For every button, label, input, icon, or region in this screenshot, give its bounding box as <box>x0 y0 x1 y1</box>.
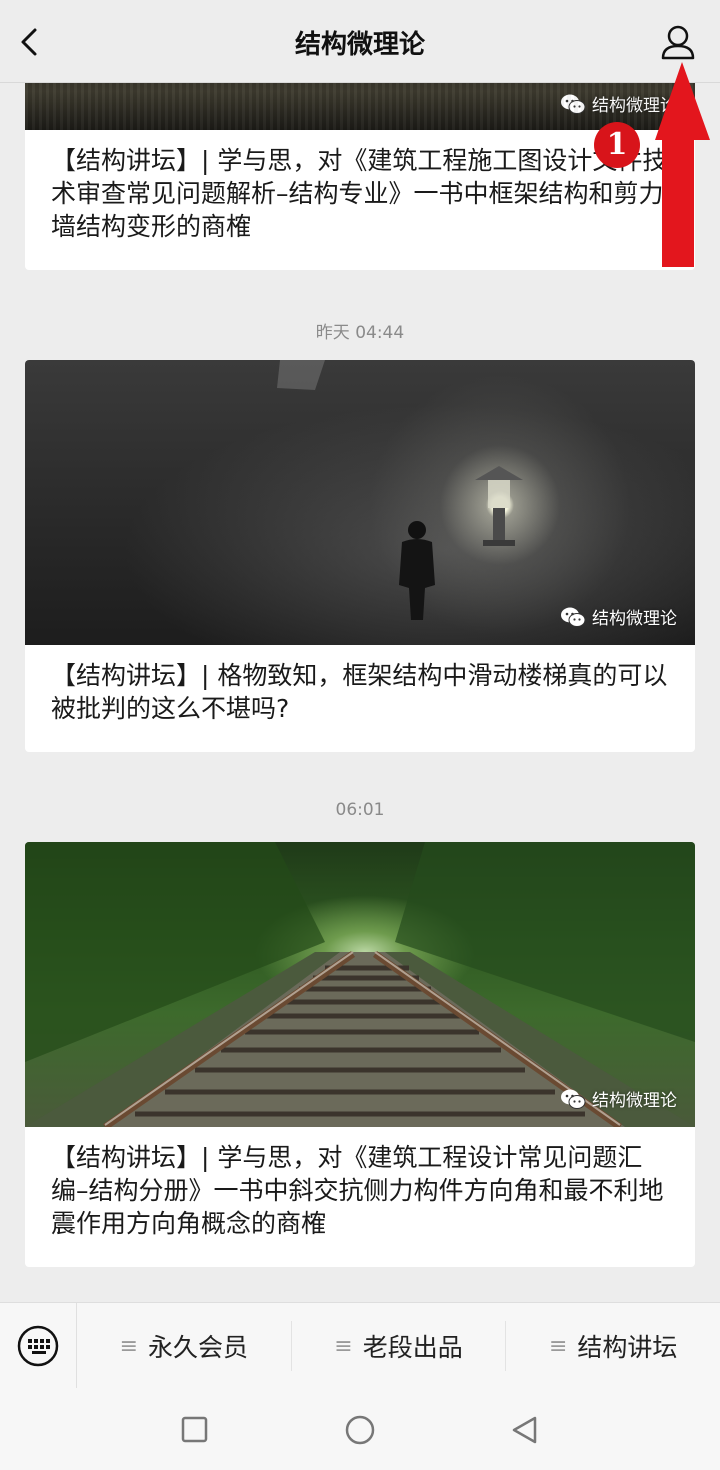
menu-lines-icon: ≡ <box>119 1333 139 1359</box>
annotation-badge: 1 <box>594 122 640 168</box>
wechat-icon <box>561 607 586 627</box>
article-cover-image: 结构微理论 <box>25 842 695 1127</box>
menu-item-laoduan[interactable]: ≡ 老段出品 <box>292 1321 507 1371</box>
menu-item-label: 结构讲坛 <box>577 1333 678 1362</box>
keyboard-icon <box>17 1325 59 1367</box>
wechat-icon <box>561 94 586 114</box>
wechat-icon <box>561 1089 586 1109</box>
article-card[interactable]: 结构微理论 【结构讲坛】| 格物致知，框架结构中滑动楼梯真的可以被批判的这么不堪… <box>25 360 695 752</box>
message-timestamp: 昨天 04:44 <box>315 323 405 343</box>
watermark-text: 结构微理论 <box>592 1091 677 1111</box>
square-icon <box>181 1416 208 1443</box>
profile-button[interactable] <box>658 22 698 62</box>
article-feed: 结构微理论 【结构讲坛】| 学与思，对《建筑工程施工图设计文件技术审查常见问题解… <box>0 0 720 1300</box>
person-icon <box>661 25 695 60</box>
watermark-text: 结构微理论 <box>592 609 677 629</box>
watermark: 结构微理论 <box>560 604 677 629</box>
top-bar: 结构微理论 <box>0 0 720 83</box>
article-title: 【结构讲坛】| 学与思，对《建筑工程设计常见问题汇编–结构分册》一书中斜交抗侧力… <box>51 1143 664 1238</box>
menu-item-label: 老段出品 <box>362 1333 463 1362</box>
message-timestamp: 06:01 <box>335 800 385 820</box>
cover-scene-graphic <box>277 360 523 620</box>
menu-lines-icon: ≡ <box>548 1333 568 1359</box>
recents-button[interactable] <box>175 1410 215 1450</box>
back-nav-button[interactable] <box>505 1410 545 1450</box>
annotation-arrow <box>655 62 710 267</box>
page-title: 结构微理论 <box>294 30 425 60</box>
menu-item-label: 永久会员 <box>148 1333 249 1362</box>
circle-icon <box>345 1415 375 1445</box>
article-cover-image: 结构微理论 <box>25 360 695 645</box>
watermark: 结构微理论 <box>560 1086 677 1111</box>
home-button[interactable] <box>340 1410 380 1450</box>
menu-item-permanent-member[interactable]: ≡ 永久会员 <box>77 1321 292 1371</box>
system-nav-bar <box>0 1388 720 1470</box>
triangle-back-icon <box>512 1416 537 1444</box>
article-title: 【结构讲坛】| 格物致知，框架结构中滑动楼梯真的可以被批判的这么不堪吗? <box>51 661 668 723</box>
account-menu-bar: ≡ 永久会员 ≡ 老段出品 ≡ 结构讲坛 <box>0 1302 720 1389</box>
menu-lines-icon: ≡ <box>334 1333 353 1359</box>
keyboard-toggle-button[interactable] <box>0 1303 77 1389</box>
cover-scene-graphic <box>25 842 695 1127</box>
menu-item-forum[interactable]: ≡ 结构讲坛 <box>506 1321 720 1371</box>
article-card[interactable]: 结构微理论 【结构讲坛】| 学与思，对《建筑工程施工图设计文件技术审查常见问题解… <box>25 60 695 270</box>
article-card[interactable]: 结构微理论 【结构讲坛】| 学与思，对《建筑工程设计常见问题汇编–结构分册》一书… <box>25 842 695 1267</box>
